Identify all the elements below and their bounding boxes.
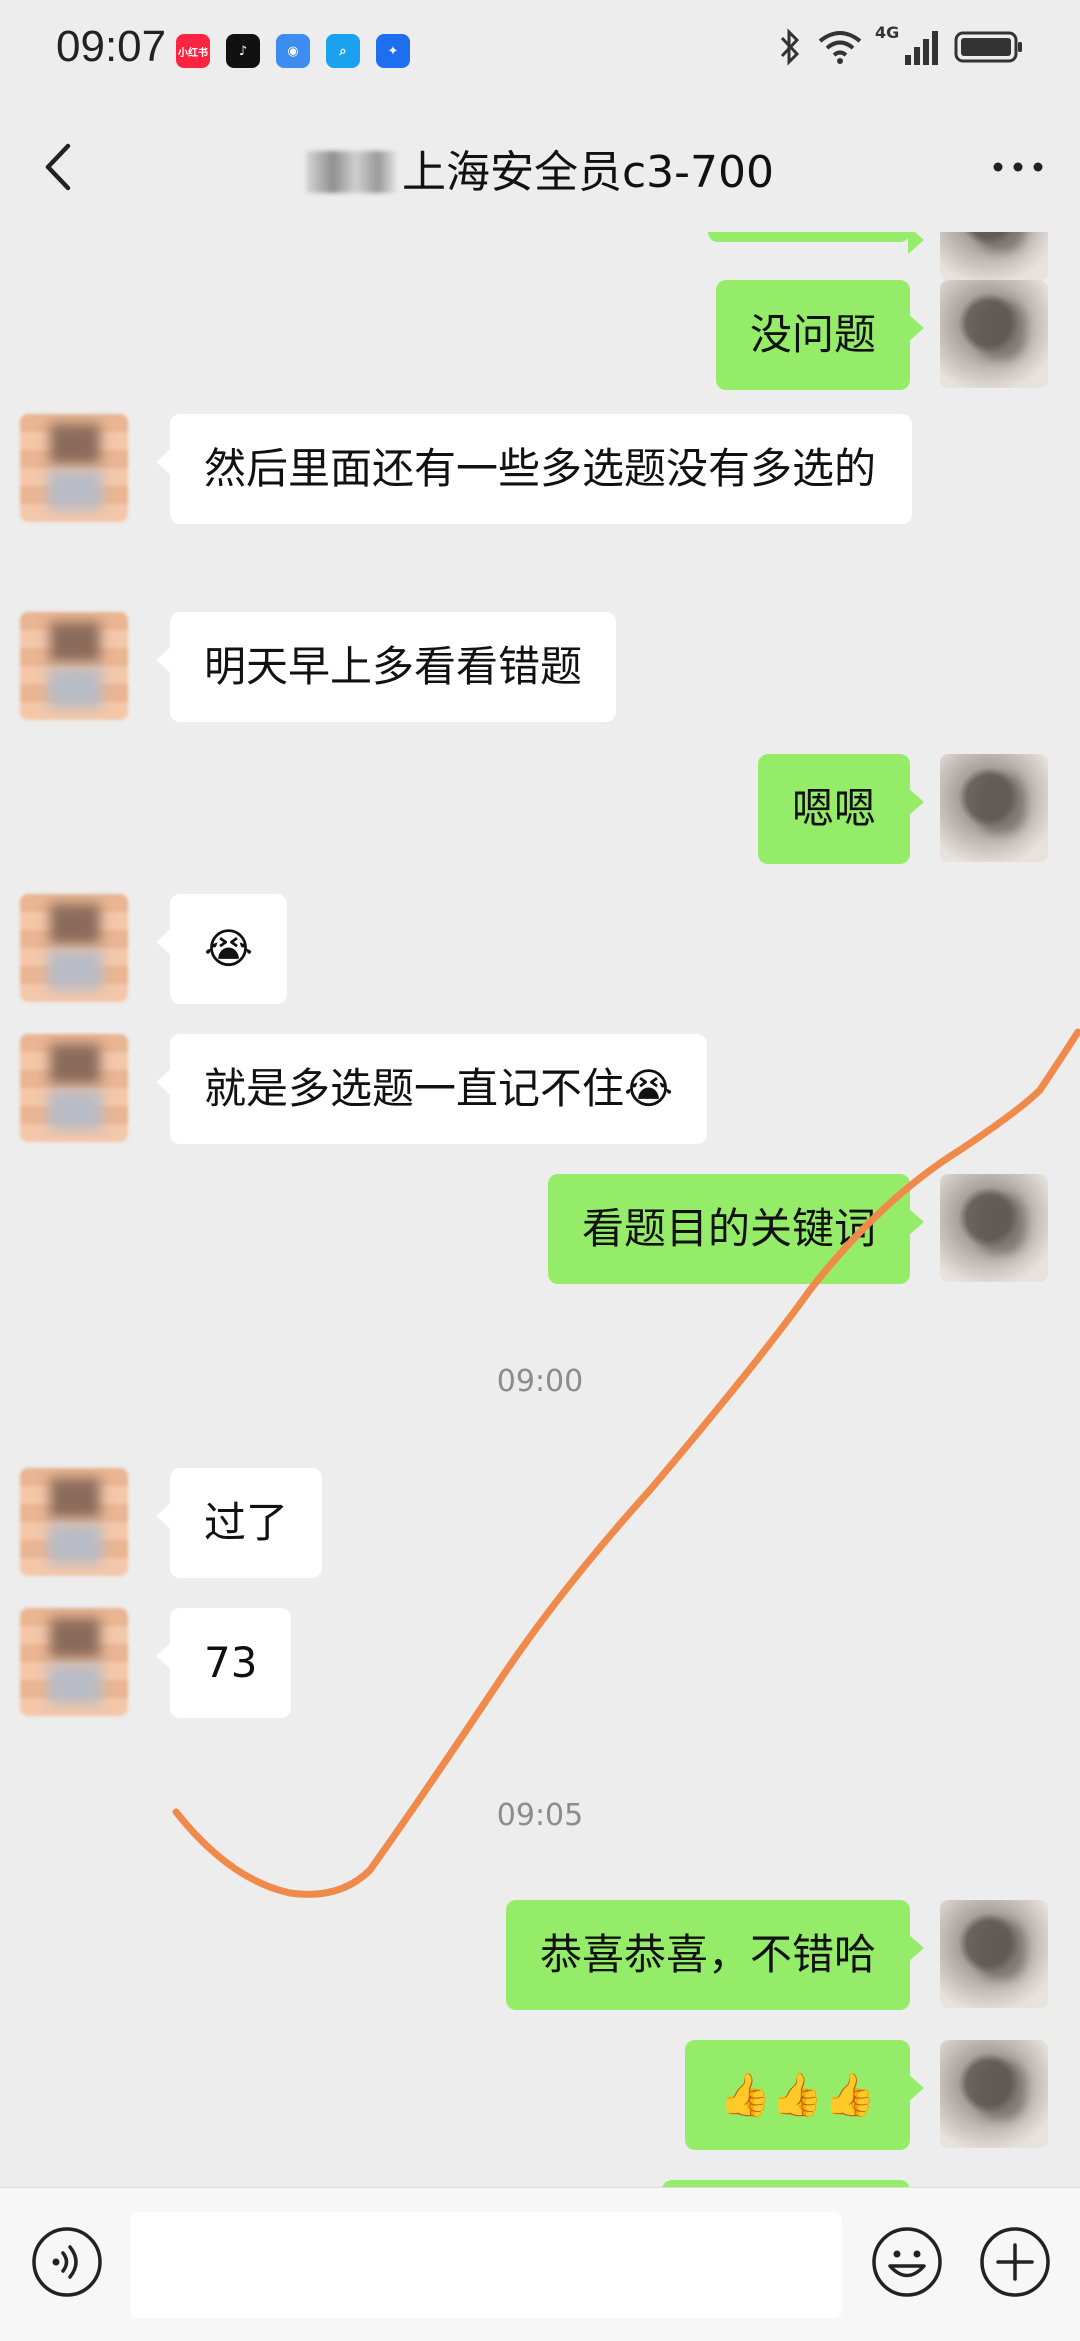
my-avatar[interactable] [940,232,1048,280]
browser-icon: ◉ [276,34,310,68]
bluetooth-icon [780,28,800,66]
status-bar: 09:07 小红书 ♪ ◉ ⌕ ✦ 4G [0,0,1080,100]
chat-title-text: 上海安全员c3-700 [401,147,775,198]
message-bubble-sent[interactable]: 恭喜恭喜，不错哈 [505,1900,925,2010]
more-actions-plus-icon[interactable] [978,2225,1052,2299]
search-app-icon: ⌕ [326,34,360,68]
system-icons: 4G [779,23,1024,66]
message-bubble-received[interactable]: 73 [155,1608,292,1718]
message-timestamp: 09:00 [496,1364,584,1399]
contact-avatar[interactable] [20,1034,128,1142]
contact-avatar[interactable] [20,894,128,1002]
my-avatar[interactable] [940,2040,1048,2148]
status-time: 09:07 [56,22,167,71]
message-text-input[interactable] [130,2212,842,2318]
notification-app-icons: 小红书 ♪ ◉ ⌕ ✦ [176,34,410,68]
battery-icon [954,31,1022,63]
my-avatar[interactable] [940,754,1048,862]
network-type-label: 4G [875,23,900,42]
back-arrow-icon[interactable] [38,140,82,194]
redacted-name-blur [305,151,396,193]
contact-avatar[interactable] [20,612,128,720]
chat-message-list[interactable]: 没问题 然后里面还有一些多选题没有多选的 明天早上多看看错题 嗯嗯 😭 就是多选… [0,232,1080,2187]
cellular-signal-icon: 4G [875,23,938,65]
contact-avatar[interactable] [20,1608,128,1716]
message-bubble-partial [662,2180,910,2187]
message-bubble-sent-emoji[interactable]: 👍👍👍 [685,2040,924,2150]
wifi-icon [818,31,862,64]
my-avatar[interactable] [940,280,1048,388]
message-bubble-sent[interactable]: 没问题 [715,280,925,390]
xiaohongshu-icon: 小红书 [176,34,210,68]
message-bubble-received[interactable]: 然后里面还有一些多选题没有多选的 [156,414,912,524]
message-bubble-received[interactable]: 就是多选题一直记不住😭 [155,1034,708,1144]
message-bubble-sent[interactable]: 嗯嗯 [757,754,925,864]
tiktok-icon: ♪ [226,34,260,68]
voice-input-icon[interactable] [30,2225,104,2299]
message-bubble-received[interactable]: 明天早上多看看错题 [155,612,617,722]
message-bubble-sent[interactable]: 看题目的关键词 [547,1174,925,1284]
message-bubble-partial [708,232,924,254]
contact-avatar[interactable] [20,414,128,522]
more-options-icon[interactable] [988,150,1048,184]
message-timestamp: 09:05 [496,1798,584,1833]
message-bubble-received-emoji[interactable]: 😭 [155,894,288,1004]
my-avatar[interactable] [940,1174,1048,1282]
my-avatar[interactable] [940,1900,1048,2008]
bulb-app-icon: ✦ [376,34,410,68]
message-bubble-received[interactable]: 过了 [155,1468,323,1578]
contact-avatar[interactable] [20,1468,128,1576]
emoji-picker-icon[interactable] [870,2225,944,2299]
chat-title: 上海安全员c3-700 [150,136,930,200]
